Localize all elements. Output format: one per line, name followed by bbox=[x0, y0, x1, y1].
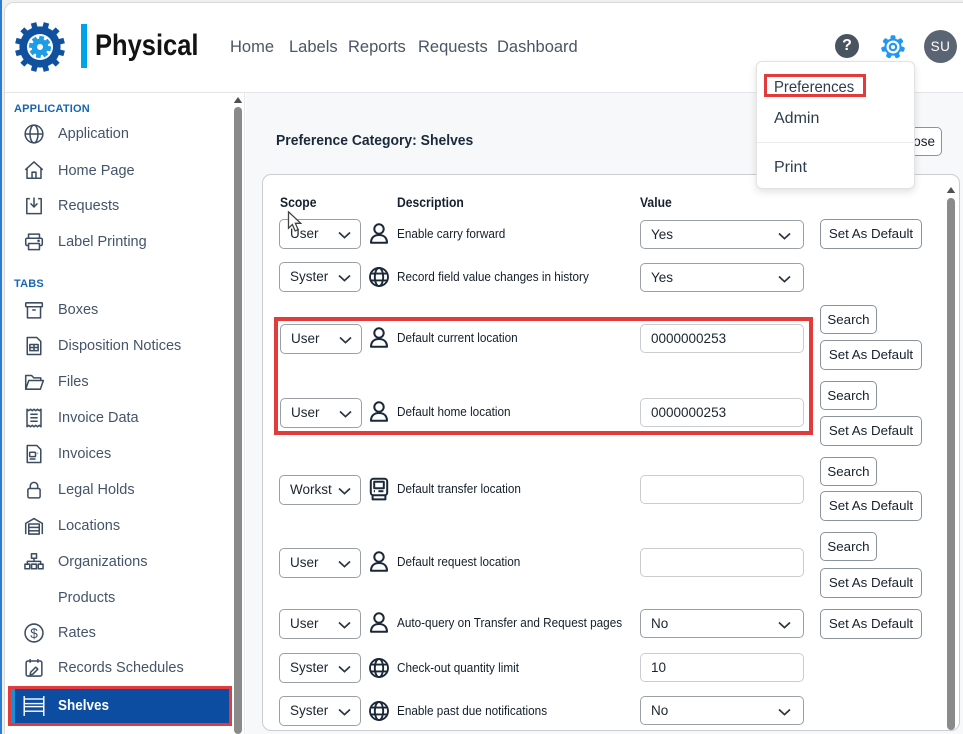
svg-text:$: $ bbox=[30, 626, 38, 641]
